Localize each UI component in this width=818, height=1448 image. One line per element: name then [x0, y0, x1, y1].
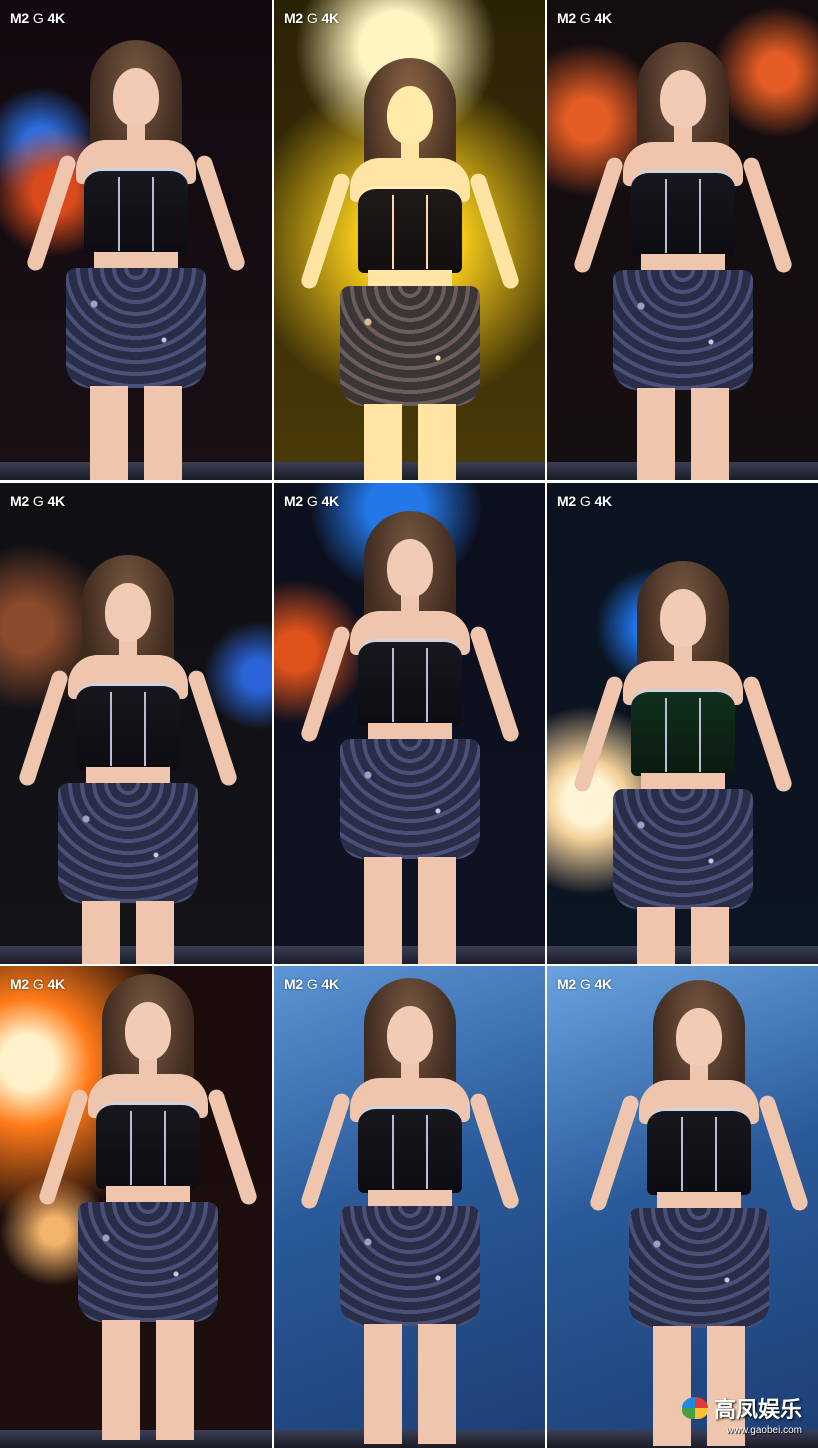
m2-4k-logo: M2 G 4K — [284, 10, 339, 26]
watermark-url: www.gaobei.com — [726, 1425, 802, 1436]
m2-4k-logo: M2 G 4K — [557, 493, 612, 509]
photo-panel-2: M2 G 4K — [274, 0, 545, 480]
photo-panel-8: M2 G 4K — [274, 966, 545, 1448]
m2-4k-logo: M2 G 4K — [284, 976, 339, 992]
photo-panel-6: M2 G 4K — [547, 483, 818, 964]
m2-4k-logo: M2 G 4K — [557, 976, 612, 992]
m2-4k-logo: M2 G 4K — [284, 493, 339, 509]
photo-panel-7: M2 G 4K — [0, 966, 272, 1448]
site-watermark: 高凤娱乐 www.gaobei.com — [681, 1392, 802, 1436]
m2-4k-logo: M2 G 4K — [557, 10, 612, 26]
photo-panel-3: M2 G 4K — [547, 0, 818, 480]
photo-panel-1: M2 G 4K — [0, 0, 272, 480]
photo-panel-9: M2 G 4K 高凤娱乐 www.gaobei.com — [547, 966, 818, 1448]
m2-4k-logo: M2 G 4K — [10, 976, 65, 992]
photo-collage-grid: M2 G 4K M2 G 4K M2 G 4K M2 G 4K M2 G 4K … — [0, 0, 818, 1448]
photo-panel-5: M2 G 4K — [274, 483, 545, 964]
m2-4k-logo: M2 G 4K — [10, 493, 65, 509]
m2-4k-logo: M2 G 4K — [10, 10, 65, 26]
photo-panel-4: M2 G 4K — [0, 483, 272, 964]
site-logo-icon — [681, 1397, 708, 1419]
watermark-text: 高凤娱乐 — [713, 1397, 802, 1423]
